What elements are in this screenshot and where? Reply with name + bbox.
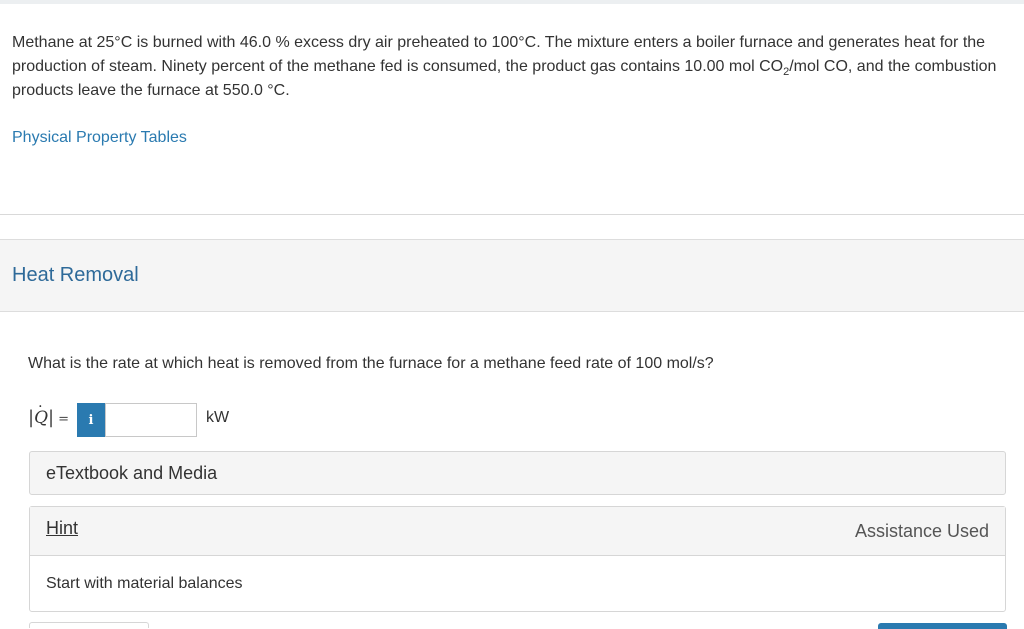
question-text: What is the rate at which heat is remove… (28, 355, 714, 372)
section-title: Heat Removal (12, 264, 139, 286)
assistance-used-label: Assistance Used (854, 521, 989, 541)
hint-header: Hint Assistance Used (30, 507, 1005, 556)
content-divider (0, 214, 1024, 215)
etextbook-media-panel[interactable]: eTextbook and Media (29, 451, 1006, 495)
etextbook-media-label: eTextbook and Media (46, 463, 218, 483)
problem-statement: Methane at 25°C is burned with 46.0 % ex… (12, 31, 1020, 103)
physical-property-tables-link[interactable]: Physical Property Tables (12, 127, 187, 149)
equals-sign: = (58, 412, 69, 427)
bottom-button-edge[interactable] (878, 623, 1007, 629)
hint-button[interactable]: Hint (46, 518, 78, 539)
hint-panel: Hint Assistance Used Start with material… (29, 506, 1006, 612)
hint-text: Start with material balances (46, 575, 243, 592)
section-header: Heat Removal (0, 239, 1024, 312)
top-divider (0, 0, 1024, 4)
variable-label: | · Q| = (28, 399, 69, 428)
info-button[interactable]: i (77, 403, 105, 437)
answer-input[interactable] (105, 403, 197, 437)
answer-row: | · Q| = i kW (28, 399, 328, 437)
unit-label: kW (206, 409, 230, 426)
bottom-panel-edge (29, 622, 149, 628)
